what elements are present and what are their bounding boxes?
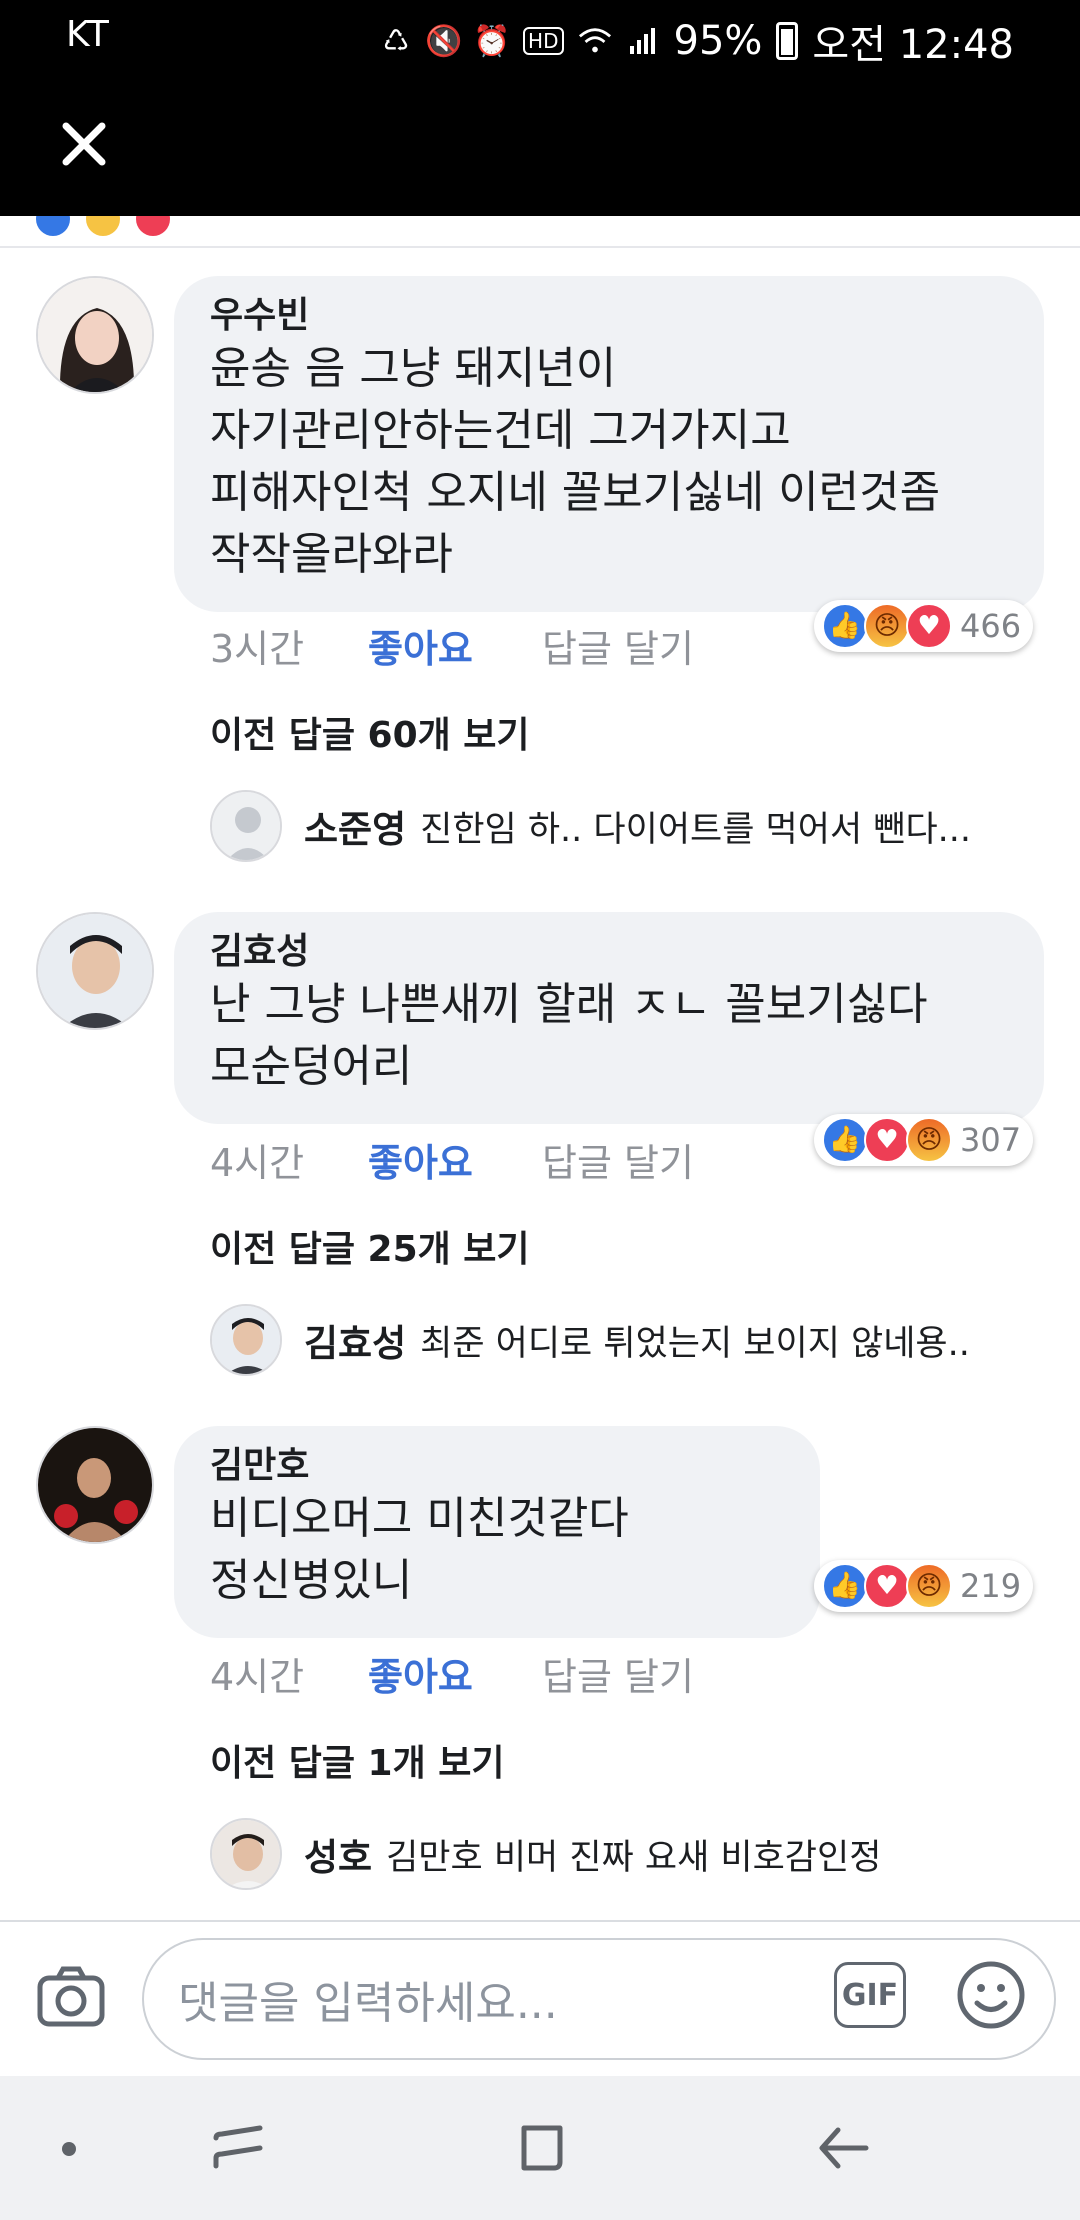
love-icon: ♥ [864, 1117, 910, 1163]
close-icon [62, 122, 106, 166]
status-icons: ♺ 🔇 ⏰ HD 95% 오전 12:48 [379, 12, 1014, 70]
hd-icon: HD [523, 27, 564, 55]
angry-icon: 😠 [864, 603, 910, 649]
like-icon: 👍 [822, 1117, 868, 1163]
reply-preview[interactable]: 김효성 최준 어디로 튀었는지 보이지 않네용.. [210, 1304, 970, 1376]
carrier-label: KT [66, 14, 109, 55]
reply-text: 진한임 하.. 다이어트를 먹어서 뺀다... [420, 809, 972, 850]
comment-text: 비디오머그 미친것같다 정신병있니 [210, 1493, 629, 1606]
reply-button[interactable]: 답글 달기 [542, 1646, 694, 1701]
love-icon: ♥ [864, 1563, 910, 1609]
haha-icon [86, 216, 120, 236]
angry-icon: 😠 [906, 1563, 952, 1609]
reply-author[interactable]: 김효성 [304, 1313, 406, 1367]
alarm-icon: ⏰ [473, 23, 511, 59]
close-button[interactable] [54, 114, 114, 174]
comment-actions: 4시간 좋아요 답글 달기 [210, 1646, 694, 1701]
like-icon [36, 216, 70, 236]
view-previous-replies[interactable]: 이전 답글 25개 보기 [210, 1220, 530, 1272]
reply-author[interactable]: 소준영 [304, 799, 406, 853]
smiley-icon [957, 1961, 1025, 2029]
comment-bubble[interactable]: 김효성 난 그냥 나쁜새끼 할래 ㅈㄴ 꼴보기싫다 모순덩어리 [174, 912, 1044, 1124]
like-icon: 👍 [822, 1563, 868, 1609]
reply-button[interactable]: 답글 달기 [542, 618, 694, 673]
comment-actions: 3시간 좋아요 답글 달기 [210, 618, 694, 673]
comment-actions: 4시간 좋아요 답글 달기 [210, 1132, 694, 1187]
system-navigation-bar [0, 2076, 1080, 2220]
mute-icon: 🔇 [425, 23, 463, 59]
comment-author[interactable]: 김효성 [210, 930, 1008, 974]
header-bar [0, 72, 1080, 216]
comment-composer: 댓글을 입력하세요... GIF [0, 1922, 1080, 2076]
reply-avatar[interactable] [210, 790, 282, 862]
back-button[interactable] [812, 2116, 876, 2180]
comment-bubble[interactable]: 김만호 비디오머그 미친것같다 정신병있니 [174, 1426, 820, 1638]
comment-time: 4시간 [210, 1655, 305, 1699]
gif-button[interactable]: GIF [834, 1962, 906, 2028]
signal-icon [626, 24, 660, 58]
comment-input[interactable]: 댓글을 입력하세요... [142, 1938, 1056, 2060]
wifi-icon [578, 24, 612, 58]
reply-avatar[interactable] [210, 1818, 282, 1890]
back-arrow-icon [819, 2127, 869, 2169]
reply-preview[interactable]: 소준영 진한임 하.. 다이어트를 먹어서 뺀다... [210, 790, 971, 862]
reaction-summary[interactable]: 👍 ♥ 😠 307 [814, 1114, 1034, 1166]
avatar[interactable] [36, 1426, 154, 1544]
recent-apps-icon [213, 2125, 263, 2169]
comment-author[interactable]: 김만호 [210, 1444, 784, 1488]
vibrate-icon: ♺ [382, 23, 410, 59]
love-icon: ♥ [906, 603, 952, 649]
comment-author[interactable]: 우수빈 [210, 294, 1008, 338]
reply-text: 최준 어디로 튀었는지 보이지 않네용.. [420, 1323, 970, 1364]
nav-dot-icon[interactable] [62, 2142, 76, 2156]
view-previous-replies[interactable]: 이전 답글 1개 보기 [210, 1734, 505, 1786]
reply-preview[interactable]: 성호 김만호 비머 진짜 요새 비호감인정 [210, 1818, 881, 1890]
like-button[interactable]: 좋아요 [368, 618, 542, 673]
camera-button[interactable] [36, 1962, 106, 2032]
emoji-button[interactable] [956, 1960, 1026, 2030]
comment-text: 난 그냥 나쁜새끼 할래 ㅈㄴ 꼴보기싫다 모순덩어리 [210, 979, 928, 1092]
reaction-count: 307 [960, 1121, 1022, 1159]
camera-icon [37, 1966, 105, 2027]
status-bar: KT ♺ 🔇 ⏰ HD 95% 오전 12:48 [0, 0, 1080, 72]
home-icon [521, 2125, 563, 2171]
reply-button[interactable]: 답글 달기 [542, 1132, 694, 1187]
reply-avatar[interactable] [210, 1304, 282, 1376]
recent-apps-button[interactable] [206, 2116, 270, 2180]
like-button[interactable]: 좋아요 [368, 1132, 542, 1187]
avatar[interactable] [36, 276, 154, 394]
comment-time: 3시간 [210, 627, 305, 671]
view-previous-replies[interactable]: 이전 답글 60개 보기 [210, 706, 530, 758]
battery-icon [776, 22, 799, 60]
reaction-summary[interactable]: 👍 😠 ♥ 466 [814, 600, 1034, 652]
like-button[interactable]: 좋아요 [368, 1646, 542, 1701]
comment-bubble[interactable]: 우수빈 윤송 음 그냥 돼지년이 자기관리안하는건데 그거가지고 피해자인척 오… [174, 276, 1044, 612]
battery-percent: 95% [673, 18, 763, 64]
gif-label: GIF [841, 1977, 899, 2013]
love-icon [136, 216, 170, 236]
like-icon: 👍 [822, 603, 868, 649]
reply-author[interactable]: 성호 [304, 1827, 372, 1881]
angry-icon: 😠 [906, 1117, 952, 1163]
home-button[interactable] [510, 2116, 574, 2180]
comment-input-placeholder: 댓글을 입력하세요... [178, 1978, 558, 2029]
comment-time: 4시간 [210, 1141, 305, 1185]
reaction-count: 219 [960, 1567, 1022, 1605]
reaction-summary[interactable]: 👍 ♥ 😠 219 [814, 1560, 1034, 1612]
reply-text: 김만호 비머 진짜 요새 비호감인정 [386, 1837, 882, 1878]
post-reactions-strip [0, 216, 1080, 248]
comment-text: 윤송 음 그냥 돼지년이 자기관리안하는건데 그거가지고 피해자인척 오지네 꼴… [210, 343, 941, 580]
avatar[interactable] [36, 912, 154, 1030]
clock: 오전 12:48 [812, 22, 1014, 68]
reaction-count: 466 [960, 607, 1022, 645]
